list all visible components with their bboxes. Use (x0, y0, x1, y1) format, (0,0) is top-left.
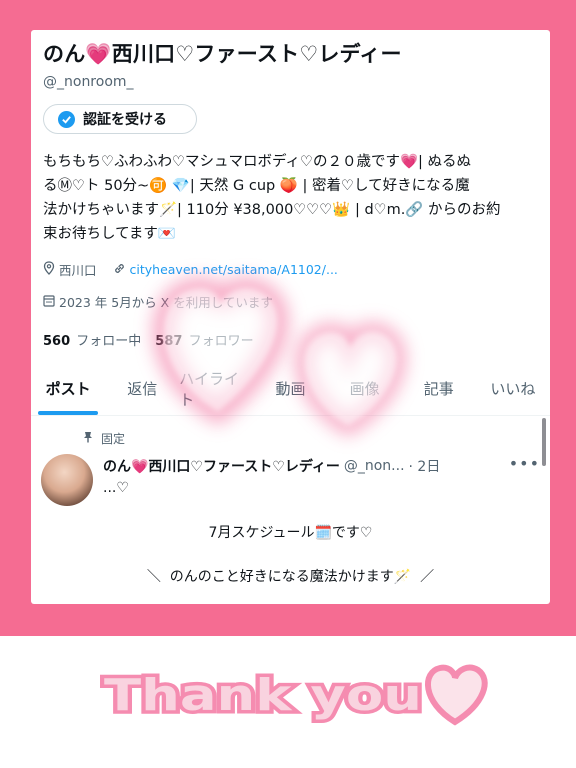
profile-display-name: のん💗西川口♡ファースト♡レディー (43, 42, 402, 66)
pin-icon (83, 431, 93, 446)
tab-likes[interactable]: いいね (476, 362, 550, 415)
profile-joined-row: 2023 年 5月から X を利用しています (43, 292, 273, 311)
profile-website-link[interactable]: cityheaven.net/saitama/A1102/... (130, 262, 338, 277)
bio-line: るⓂ♡ト 50分~🉑 💎| 天然 G cup 🍑 | 密着♡して好きになる魔 (43, 178, 470, 194)
profile-bio: もちもち♡ふわふわ♡マシュマロボディ♡の２０歳です💗| ぬるぬ るⓂ♡ト 50分… (43, 150, 543, 246)
tab-videos[interactable]: 動画 (253, 362, 327, 415)
following-label: フォロー中 (76, 334, 142, 349)
profile-tabs: ポスト 返信 ハイライト 動画 画像 記事 いいね (31, 362, 550, 416)
profile-meta-row: 西川口 cityheaven.net/saitama/A1102/... (43, 260, 338, 279)
post-header: のん💗西川口♡ファースト♡レディー @_non... · 2日 (103, 456, 543, 476)
scrollbar[interactable] (542, 418, 546, 466)
thank-you-text: Thank you (104, 670, 422, 721)
follow-stats: 560 フォロー中 587 フォロワー (43, 330, 254, 349)
post-text-line: ＼ のんのこと好きになる魔法かけます🪄 ／ (146, 569, 435, 585)
post-author-handle[interactable]: @_non... (344, 458, 405, 474)
post-text-line: 7月スケジュール🗓️です♡ (208, 525, 373, 541)
pinned-label: 固定 (101, 432, 126, 446)
following-count: 560 (43, 334, 71, 349)
post-author-name[interactable]: のん💗西川口♡ファースト♡レディー (103, 456, 340, 476)
followers-link[interactable]: 587 フォロワー (155, 330, 253, 349)
followers-count: 587 (155, 334, 183, 349)
get-verified-button[interactable]: 認証を受ける (43, 104, 197, 134)
tab-images[interactable]: 画像 (328, 362, 402, 415)
get-verified-label: 認証を受ける (83, 112, 167, 128)
bio-line: 法かけちゃいます🪄| 110分 ¥38,000♡♡♡👑 | d♡m.🔗 からのお… (43, 202, 501, 218)
verified-badge-icon (58, 110, 75, 128)
tab-highlights[interactable]: ハイライト (179, 362, 253, 415)
profile-location: 西川口 (59, 263, 97, 278)
post-subline: ...♡ (103, 480, 129, 496)
thank-you-sticker: Thank you (101, 664, 488, 726)
tab-posts[interactable]: ポスト (31, 362, 105, 415)
bio-line: 束お待ちしてます💌 (43, 226, 176, 242)
more-options-icon[interactable]: ••• (509, 454, 540, 473)
following-link[interactable]: 560 フォロー中 (43, 330, 141, 349)
bio-line: もちもち♡ふわふわ♡マシュマロボディ♡の２０歳です💗| ぬるぬ (43, 154, 472, 170)
tab-replies[interactable]: 返信 (105, 362, 179, 415)
profile-handle: @_nonroom_ (43, 74, 134, 90)
pinned-indicator: 固定 (83, 430, 125, 447)
post-time[interactable]: · 2日 (409, 456, 441, 476)
heart-icon (425, 664, 488, 726)
location-pin-icon (43, 261, 55, 278)
tab-articles[interactable]: 記事 (402, 362, 476, 415)
calendar-icon (43, 294, 55, 310)
profile-joined-date: 2023 年 5月から X を利用しています (59, 295, 273, 310)
profile-card: のん💗西川口♡ファースト♡レディー @_nonroom_ 認証を受ける もちもち… (31, 30, 550, 604)
link-icon (113, 262, 126, 278)
avatar[interactable] (41, 454, 93, 506)
followers-label: フォロワー (188, 334, 254, 349)
